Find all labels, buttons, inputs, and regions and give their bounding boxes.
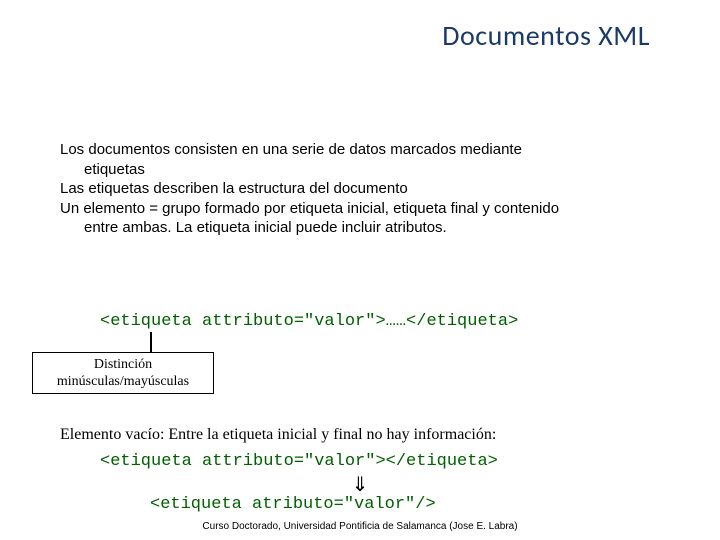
body-text: Los documentos consisten en una serie de…	[60, 140, 670, 238]
arrow-down-icon: ⇓	[0, 472, 720, 497]
code-example-3: <etiqueta atributo="valor"/>	[150, 495, 436, 514]
body-line1: Los documentos consisten en una serie de…	[60, 141, 522, 158]
body-line3: Un elemento = grupo formado por etiqueta…	[60, 200, 559, 217]
slide-title: Documentos XML	[442, 18, 650, 53]
slide-footer: Curso Doctorado, Universidad Pontificia …	[0, 521, 720, 532]
callout-connector	[150, 332, 152, 352]
body-line2: Las etiquetas describen la estructura de…	[60, 180, 408, 197]
body-line1-indent: etiquetas	[60, 160, 670, 180]
code-example-2: <etiqueta attributo="valor"></etiqueta>	[100, 452, 498, 471]
code-example-1: <etiqueta attributo="valor">……</etiqueta…	[100, 312, 518, 331]
callout-box: Distinción minúsculas/mayúsculas	[32, 352, 214, 394]
empty-element-text: Elemento vacío: Entre la etiqueta inicia…	[60, 426, 670, 444]
callout-text: Distinción minúsculas/mayúsculas	[33, 356, 213, 391]
body-line3-indent: entre ambas. La etiqueta inicial puede i…	[60, 218, 670, 238]
